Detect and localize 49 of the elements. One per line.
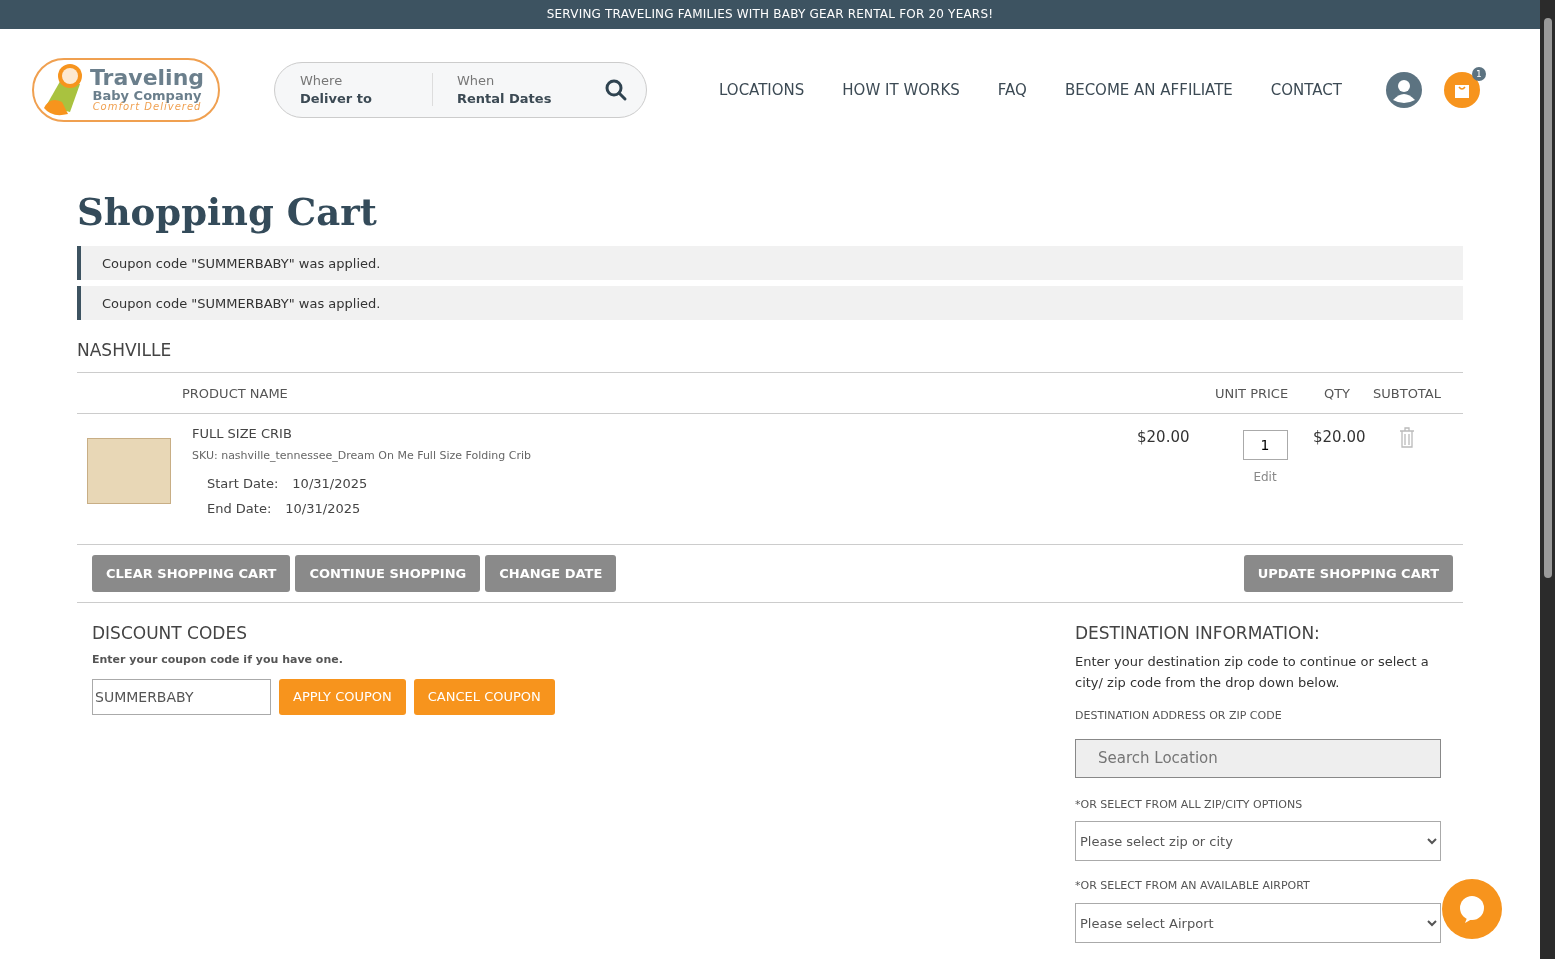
product-sku: SKU: nashville_tennessee_Dream On Me Full Size Folding Crib [192,449,532,463]
nav-link[interactable]: BECOME AN AFFILIATE [1064,80,1233,99]
field-label: DESTINATION ADDRESS OR ZIP CODE [1075,708,1283,725]
promo-banner: SERVING TRAVELING FAMILIES WITH BABY GEAR RENTAL FOR 20 YEARS! [0,0,1540,29]
section-heading: DESTINATION INFORMATION: [1075,623,1321,644]
column-header: QTY [1322,385,1352,401]
date-label: Start Date: [207,476,279,492]
nav-link[interactable]: HOW IT WORKS [842,80,960,99]
search-bar[interactable]: Where Deliver to When Rental Dates [274,61,647,118]
column-header: PRODUCT NAME [182,385,289,401]
search-icon[interactable] [604,77,628,102]
section-heading: DISCOUNT CODES [92,623,248,644]
logo-title: Traveling [90,67,205,90]
chat-bubble-icon [1457,894,1487,924]
nav-link[interactable]: CONTACT [1270,80,1342,99]
column-header: UNIT PRICE [1215,385,1290,401]
coupon-hint: Enter your coupon code if you have one. [92,652,344,669]
edit-link[interactable]: Edit [1253,470,1277,485]
user-icon[interactable] [1385,71,1422,108]
cart-count: 1 [1471,66,1486,81]
airport-select[interactable]: Please select Airport [1075,903,1441,943]
coupon-input[interactable]: SUMMERBABY [92,678,271,715]
success-message: Coupon code "SUMMERBABY" was applied. [77,286,1463,321]
success-message: Coupon code "SUMMERBABY" was applied. [77,246,1463,281]
search-label: When [457,73,496,89]
quantity-field[interactable]: 1 [1242,430,1288,461]
subtotal: $20.00 [1313,428,1367,449]
date-value: 10/31/2025 [285,501,361,517]
column-header: SUBTOTAL [1373,385,1442,401]
destination-text: Enter your destination zip code to continue or select a city/ zip code from the drop down below. [1075,653,1430,693]
zip-select[interactable]: Please select zip or city [1075,821,1441,862]
date-value: 10/31/2025 [292,476,368,492]
field-label: *OR SELECT FROM AN AVAILABLE AIRPORT [1075,878,1311,895]
search-label: Where [300,73,344,89]
product-name: FULL SIZE CRIB [192,426,293,442]
search-value: Deliver to [300,91,373,107]
logo[interactable]: Traveling Baby Company Comfort Delivered [32,57,220,122]
logo-subtitle: Baby Company [92,89,202,103]
search-value: Rental Dates [457,91,553,107]
nav-link[interactable]: FAQ [997,80,1027,99]
date-label: End Date: [207,501,272,517]
logo-tagline: Comfort Delivered [92,102,202,113]
location-search-field[interactable]: Search Location [1075,738,1441,778]
nav-link[interactable]: LOCATIONS [719,80,805,99]
unit-price: $20.00 [1137,428,1191,449]
location-heading: NASHVILLE [77,340,173,361]
page-title: Shopping Cart [77,190,378,235]
field-label: *OR SELECT FROM ALL ZIP/CITY OPTIONS [1075,796,1304,813]
cart-button[interactable] [1443,71,1480,108]
